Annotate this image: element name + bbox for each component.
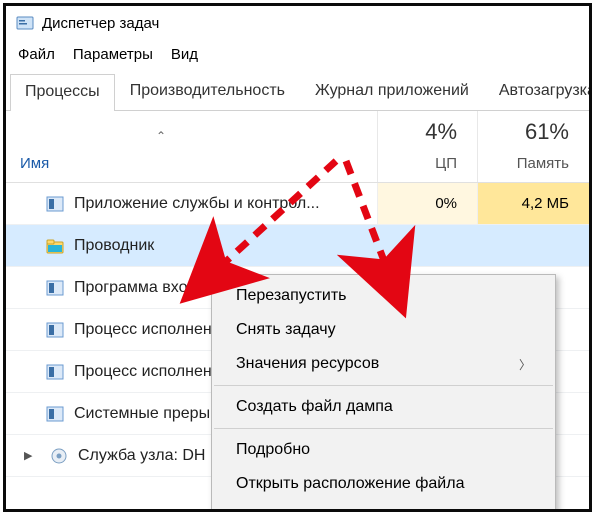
ctx-resource-values[interactable]: Значения ресурсов〉 — [212, 347, 555, 381]
process-name: Процесс исполнения — [74, 363, 229, 381]
app-icon — [46, 279, 64, 297]
ctx-restart[interactable]: Перезапустить — [212, 279, 555, 313]
process-name: Программа входа — [74, 279, 205, 297]
menu-view[interactable]: Вид — [171, 46, 198, 63]
explorer-icon — [46, 237, 64, 255]
header-mem-label: Память — [478, 155, 569, 172]
sort-caret-icon: ⌃ — [156, 129, 166, 143]
ctx-end-task[interactable]: Снять задачу — [212, 313, 555, 347]
app-icon — [46, 195, 64, 213]
tab-strip: Процессы Производительность Журнал прило… — [6, 73, 589, 111]
separator — [214, 385, 553, 386]
ctx-details[interactable]: Подробно — [212, 433, 555, 467]
header-memory[interactable]: 61% Память — [477, 111, 589, 182]
process-name: Приложение службы и контрол... — [74, 195, 320, 213]
app-icon — [46, 321, 64, 339]
chevron-right-icon: 〉 — [519, 356, 531, 373]
column-headers: ⌃ Имя 4% ЦП 61% Память — [6, 111, 589, 183]
process-name: Служба узла: DH — [78, 447, 205, 465]
process-name: Проводник — [74, 237, 154, 255]
app-icon — [46, 405, 64, 423]
table-row[interactable]: Проводник — [6, 225, 589, 267]
task-manager-icon — [16, 14, 34, 32]
window-title: Диспетчер задач — [42, 15, 159, 32]
tab-app-history[interactable]: Журнал приложений — [300, 73, 484, 110]
tab-performance[interactable]: Производительность — [115, 73, 300, 110]
header-cpu[interactable]: 4% ЦП — [377, 111, 477, 182]
ctx-search-online[interactable]: Поиск в Интернете — [212, 501, 555, 512]
header-name-label: Имя — [20, 155, 377, 172]
ctx-open-location[interactable]: Открыть расположение файла — [212, 467, 555, 501]
chevron-right-icon[interactable]: ▶ — [24, 449, 38, 462]
separator — [214, 428, 553, 429]
header-cpu-pct: 4% — [378, 119, 457, 145]
menu-file[interactable]: Файл — [18, 46, 55, 63]
context-menu: Перезапустить Снять задачу Значения ресу… — [211, 274, 556, 512]
tab-processes[interactable]: Процессы — [10, 74, 115, 111]
tab-startup[interactable]: Автозагрузка — [484, 73, 592, 110]
ctx-create-dump[interactable]: Создать файл дампа — [212, 390, 555, 424]
table-row[interactable]: Приложение службы и контрол... 0% 4,2 МБ — [6, 183, 589, 225]
mem-cell: 4,2 МБ — [477, 183, 589, 224]
app-icon — [46, 363, 64, 381]
menu-options[interactable]: Параметры — [73, 46, 153, 63]
gear-icon — [50, 447, 68, 465]
process-name: Процесс исполнения — [74, 321, 229, 339]
titlebar: Диспетчер задач — [6, 6, 589, 40]
cpu-cell: 0% — [377, 183, 477, 224]
header-cpu-label: ЦП — [378, 155, 457, 172]
header-name[interactable]: ⌃ Имя — [6, 111, 377, 182]
menubar: Файл Параметры Вид — [6, 40, 589, 73]
header-mem-pct: 61% — [478, 119, 569, 145]
task-manager-window: Диспетчер задач Файл Параметры Вид Проце… — [3, 3, 592, 512]
